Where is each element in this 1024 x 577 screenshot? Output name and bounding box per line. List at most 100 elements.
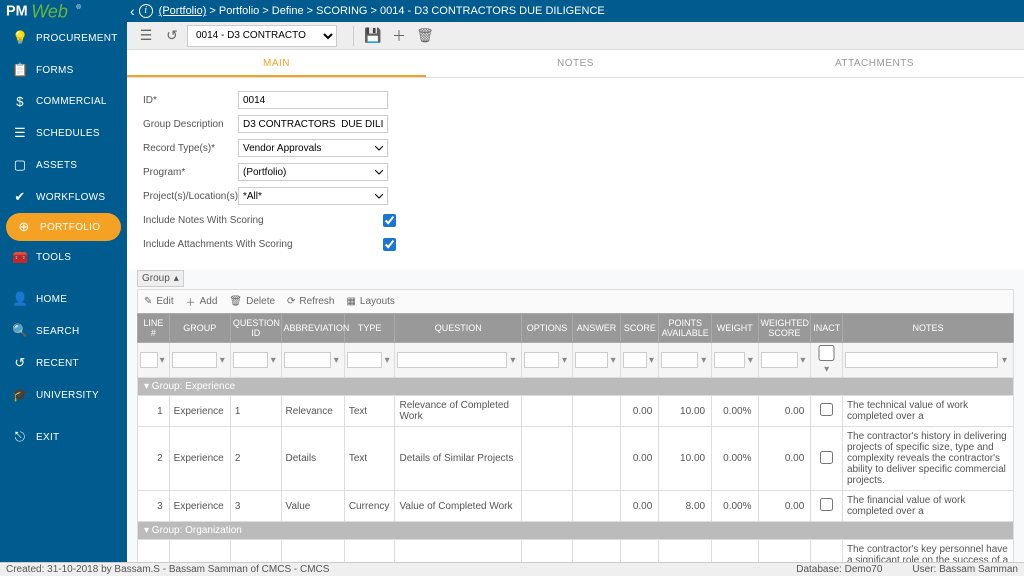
refresh-button[interactable]: ⟳Refresh <box>287 294 334 309</box>
footer-db: Database: Demo70 <box>796 564 882 575</box>
save-icon[interactable]: 💾 <box>362 25 384 47</box>
info-icon[interactable]: i <box>139 4 153 18</box>
col-type[interactable]: TYPE <box>344 314 395 343</box>
prog-select[interactable]: (Portfolio) <box>238 163 388 181</box>
group-row[interactable]: ▾ Group: Organization <box>138 522 1014 540</box>
nav-tools[interactable]: 🧰TOOLS <box>0 241 127 273</box>
filter-opt[interactable] <box>524 352 559 368</box>
group-row[interactable]: ▾ Group: Experience <box>138 378 1014 396</box>
filter-wt[interactable] <box>714 352 745 368</box>
layouts-button[interactable]: ▦Layouts <box>346 294 394 309</box>
include-attachments-checkbox[interactable] <box>383 238 396 251</box>
col-weight[interactable]: WEIGHT <box>712 314 758 343</box>
breadcrumb-chain: Portfolio > Define > SCORING > 0014 - D3… <box>219 5 605 17</box>
col-options[interactable]: OPTIONS <box>522 314 573 343</box>
tabs: MAIN NOTES ATTACHMENTS <box>127 50 1024 78</box>
desc-label: Group Description <box>143 119 238 130</box>
table-row[interactable]: 2Experience2DetailsTextDetails of Simila… <box>138 427 1014 491</box>
nav-portfolio[interactable]: ⊕PORTFOLIO <box>6 213 121 241</box>
filter-line[interactable] <box>140 352 158 368</box>
nav-assets[interactable]: ▢ASSETS <box>0 149 127 181</box>
table-row[interactable]: 1Experience1RelevanceTextRelevance of Co… <box>138 396 1014 427</box>
history-icon[interactable]: ↺ <box>161 25 183 47</box>
list-icon[interactable]: ☰ <box>135 25 157 47</box>
tab-attachments[interactable]: ATTACHMENTS <box>725 50 1024 77</box>
filter-icon[interactable]: ▾ <box>798 355 809 366</box>
filter-scr[interactable] <box>623 352 646 368</box>
nav-schedules[interactable]: ☰SCHEDULES <box>0 117 127 149</box>
nav-university[interactable]: 🎓UNIVERSITY <box>0 379 127 411</box>
filter-qid[interactable] <box>233 352 268 368</box>
nav-home[interactable]: 👤HOME <box>0 283 127 315</box>
desc-input[interactable] <box>238 115 388 133</box>
exit-icon: ⎋ <box>12 429 28 445</box>
table-row[interactable]: 4Organization4PersonnelTextRésumés of Ke… <box>138 540 1014 563</box>
proj-select[interactable]: *All* <box>238 187 388 205</box>
record-select[interactable]: 0014 - D3 CONTRACTORS DUE DILIG <box>187 25 337 47</box>
col-points[interactable]: POINTS AVAILABLE <box>659 314 712 343</box>
nav-commercial[interactable]: $COMMERCIAL <box>0 86 127 117</box>
filter-notes[interactable] <box>845 352 998 368</box>
col-abbr[interactable]: ABBREVIATION <box>281 314 344 343</box>
nav-recent[interactable]: ↺RECENT <box>0 347 127 379</box>
delete-button[interactable]: 🗑Delete <box>229 294 275 309</box>
filter-icon[interactable]: ▾ <box>268 355 279 366</box>
nav-procurement[interactable]: 💡PROCUREMENT <box>0 22 127 54</box>
filter-icon[interactable]: ▾ <box>217 355 228 366</box>
col-answer[interactable]: ANSWER <box>572 314 621 343</box>
filter-q[interactable] <box>397 352 506 368</box>
breadcrumb-portfolio[interactable]: (Portfolio) <box>159 5 207 17</box>
col-question[interactable]: QUESTION <box>395 314 522 343</box>
filter-icon[interactable]: ▾ <box>331 355 342 366</box>
col-wscore[interactable]: WEIGHTED SCORE <box>758 314 811 343</box>
nav-exit[interactable]: ⎋EXIT <box>0 421 127 453</box>
briefcase-icon: 🧰 <box>12 249 28 265</box>
filter-icon[interactable]: ▾ <box>745 355 755 366</box>
inactive-checkbox[interactable] <box>820 403 833 416</box>
filter-type[interactable] <box>347 352 382 368</box>
filter-group[interactable] <box>172 352 217 368</box>
include-notes-checkbox[interactable] <box>383 214 396 227</box>
nav-forms[interactable]: 📋FORMS <box>0 54 127 86</box>
filter-icon[interactable]: ▾ <box>998 355 1011 366</box>
tab-notes[interactable]: NOTES <box>426 50 725 77</box>
filter-icon[interactable]: ▾ <box>507 355 520 366</box>
col-score[interactable]: SCORE <box>621 314 659 343</box>
add-button[interactable]: ＋Add <box>186 294 218 309</box>
filter-icon[interactable]: ▾ <box>824 364 829 375</box>
grid-icon: ▦ <box>346 296 355 307</box>
table-row[interactable]: 3Experience3ValueCurrencyValue of Comple… <box>138 491 1014 522</box>
inactive-checkbox[interactable] <box>820 498 833 511</box>
col-line[interactable]: LINE # <box>138 314 170 343</box>
filter-icon[interactable]: ▾ <box>382 355 393 366</box>
filter-icon[interactable]: ▾ <box>559 355 570 366</box>
refresh-icon: ⟳ <box>287 296 295 307</box>
filter-icon[interactable]: ▾ <box>608 355 618 366</box>
rt-label: Record Type(s)* <box>143 143 238 154</box>
col-group[interactable]: GROUP <box>169 314 230 343</box>
inactive-checkbox[interactable] <box>820 451 833 464</box>
filter-ans[interactable] <box>575 352 608 368</box>
filter-icon[interactable]: ▾ <box>647 355 657 366</box>
group-by[interactable]: Group ▴ <box>137 270 184 287</box>
nav-search[interactable]: 🔍SEARCH <box>0 315 127 347</box>
col-qid[interactable]: QUESTION ID <box>230 314 281 343</box>
filter-pts[interactable] <box>661 352 698 368</box>
delete-icon[interactable]: 🗑 <box>414 25 436 47</box>
edit-button[interactable]: ✎Edit <box>144 294 174 309</box>
filter-inact[interactable] <box>813 345 840 361</box>
nav-workflows[interactable]: ✔WORKFLOWS <box>0 181 127 213</box>
building-icon: ▢ <box>12 157 28 173</box>
filter-icon[interactable]: ▾ <box>158 355 167 366</box>
add-icon[interactable]: ＋ <box>388 25 410 47</box>
filter-ws[interactable] <box>761 352 798 368</box>
col-inactive[interactable]: INACT <box>811 314 843 343</box>
plus-icon: ＋ <box>186 294 196 309</box>
filter-icon[interactable]: ▾ <box>698 355 709 366</box>
filter-abbr[interactable] <box>284 352 331 368</box>
back-chevron-icon[interactable]: ‹ <box>130 3 135 19</box>
col-notes[interactable]: NOTES <box>842 314 1013 343</box>
rt-select[interactable]: Vendor Approvals <box>238 139 388 157</box>
id-input[interactable] <box>238 91 388 109</box>
tab-main[interactable]: MAIN <box>127 50 426 77</box>
